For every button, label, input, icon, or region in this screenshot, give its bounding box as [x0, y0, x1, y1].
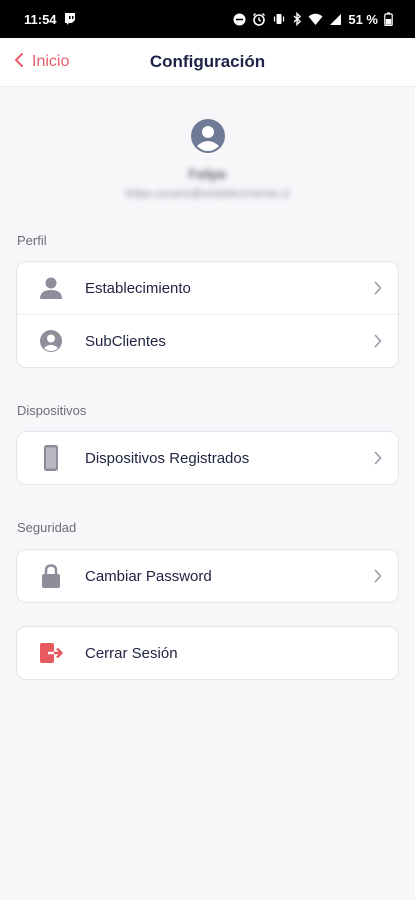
menu-item-label: Dispositivos Registrados: [85, 449, 250, 467]
logout-label: Cerrar Sesión: [85, 644, 178, 662]
profile-email: felipe.usuario@establecimiento.cl: [125, 188, 290, 200]
menu-item-establecimiento[interactable]: Establecimiento: [17, 262, 398, 314]
bluetooth-icon: [292, 12, 302, 26]
dispositivos-card: Dispositivos Registrados: [16, 431, 399, 485]
status-time: 11:54: [24, 11, 57, 27]
chevron-left-icon: [14, 52, 24, 73]
lock-icon: [37, 562, 65, 590]
logout-card: Cerrar Sesión: [16, 626, 399, 680]
profile-header: Felipe felipe.usuario@establecimiento.cl: [0, 86, 415, 216]
section-label-seguridad: Seguridad: [17, 520, 77, 535]
status-bar: 11:54 51 %: [0, 0, 415, 38]
account-circle-icon: [37, 327, 65, 355]
logout-button[interactable]: Cerrar Sesión: [17, 627, 398, 679]
wifi-icon: [308, 13, 323, 26]
perfil-card: Establecimiento SubClientes: [16, 261, 399, 368]
chevron-right-icon: [372, 451, 384, 465]
menu-item-subclientes[interactable]: SubClientes: [17, 314, 398, 367]
menu-item-label: Establecimiento: [85, 279, 191, 297]
nav-bar: Configuración Inicio: [0, 38, 415, 87]
phone-icon: [37, 444, 65, 472]
logout-icon: [37, 639, 65, 667]
person-icon: [37, 274, 65, 302]
battery-icon: [384, 12, 393, 26]
avatar-icon: [190, 118, 226, 154]
vibrate-icon: [272, 12, 286, 26]
menu-item-cambiar-password[interactable]: Cambiar Password: [17, 550, 398, 602]
do-not-disturb-icon: [233, 13, 246, 26]
battery-percent: 51 %: [348, 11, 378, 27]
chevron-right-icon: [372, 281, 384, 295]
menu-item-label: Cambiar Password: [85, 567, 212, 585]
menu-item-dispositivos-registrados[interactable]: Dispositivos Registrados: [17, 432, 398, 484]
menu-item-label: SubClientes: [85, 332, 166, 350]
section-label-perfil: Perfil: [17, 233, 47, 248]
alarm-icon: [252, 12, 266, 26]
chevron-right-icon: [372, 569, 384, 583]
back-label: Inicio: [32, 53, 70, 70]
signal-icon: [329, 13, 342, 26]
back-button[interactable]: Inicio: [14, 38, 69, 86]
chevron-right-icon: [372, 334, 384, 348]
seguridad-card: Cambiar Password: [16, 549, 399, 603]
twitch-icon: [63, 12, 77, 26]
profile-name: Felipe: [188, 166, 227, 182]
section-label-dispositivos: Dispositivos: [17, 403, 87, 418]
